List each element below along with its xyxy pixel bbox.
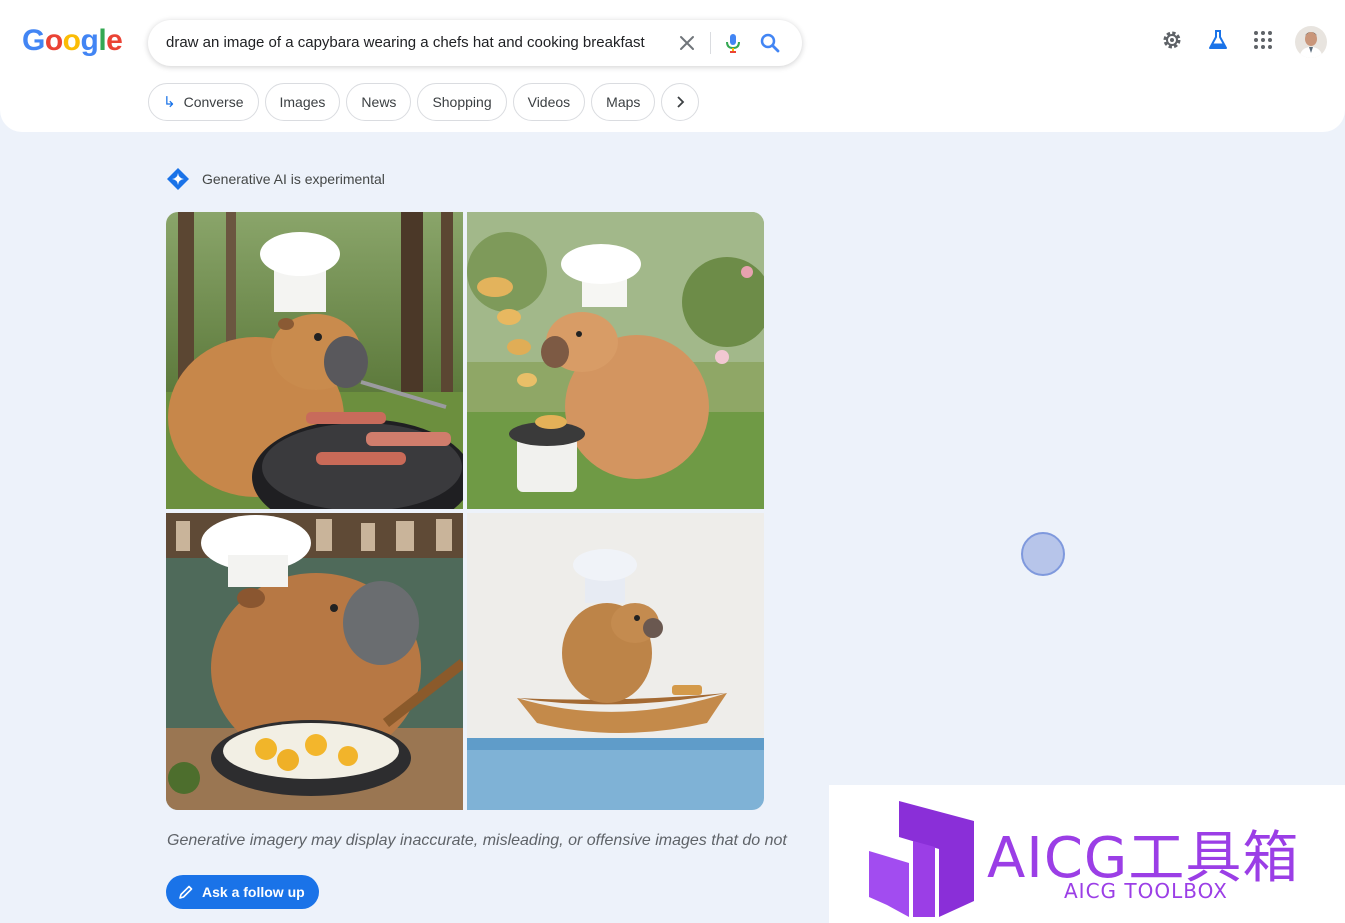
aicg-logo-icon bbox=[869, 801, 974, 917]
logo-letter: e bbox=[106, 24, 123, 57]
chevron-right-icon bbox=[677, 96, 685, 108]
logo-letter: o bbox=[62, 24, 81, 57]
tab-images[interactable]: Images bbox=[264, 83, 341, 121]
tab-label: Maps bbox=[606, 94, 641, 110]
watermark-subtitle: AICG TOOLBOX bbox=[1064, 879, 1228, 903]
ask-follow-up-label: Ask a follow up bbox=[202, 884, 305, 900]
tab-news[interactable]: News bbox=[346, 83, 412, 121]
logo-letter: G bbox=[22, 24, 45, 57]
tab-videos[interactable]: Videos bbox=[512, 83, 586, 121]
clear-icon[interactable] bbox=[676, 31, 698, 55]
search-header: Google draw an image of a capybara weari… bbox=[0, 0, 1345, 132]
tab-shopping[interactable]: Shopping bbox=[417, 83, 507, 121]
tab-label: News bbox=[361, 94, 397, 110]
logo-letter: g bbox=[80, 24, 99, 57]
tab-label: Images bbox=[279, 94, 326, 110]
converse-arrow-icon: ↳ bbox=[163, 94, 176, 111]
tab-converse[interactable]: ↳ Converse bbox=[148, 83, 259, 121]
generative-imagery-disclaimer: Generative imagery may display inaccurat… bbox=[167, 832, 787, 849]
logo-letter: l bbox=[98, 24, 107, 57]
search-divider bbox=[710, 32, 711, 54]
generated-image-grid bbox=[166, 212, 764, 810]
generated-image-2[interactable] bbox=[467, 212, 764, 509]
microphone-icon[interactable] bbox=[722, 31, 744, 55]
tab-label: Videos bbox=[527, 94, 571, 110]
search-box[interactable]: draw an image of a capybara wearing a ch… bbox=[148, 20, 802, 66]
settings-gear-icon[interactable] bbox=[1160, 28, 1184, 57]
ai-experimental-label: Generative AI is experimental bbox=[166, 167, 385, 191]
ask-follow-up-button[interactable]: Ask a follow up bbox=[166, 875, 319, 909]
generated-image-4[interactable] bbox=[467, 513, 764, 810]
search-tabs: ↳ Converse Images News Shopping Videos M… bbox=[148, 83, 700, 121]
pencil-icon bbox=[179, 885, 193, 899]
tab-label: Converse bbox=[183, 94, 244, 110]
generated-image-1[interactable] bbox=[166, 212, 463, 509]
logo-letter: o bbox=[44, 24, 63, 57]
search-input[interactable]: draw an image of a capybara wearing a ch… bbox=[166, 34, 666, 51]
ai-label-text: Generative AI is experimental bbox=[202, 171, 385, 187]
tab-label: Shopping bbox=[432, 94, 492, 110]
tabs-next-button[interactable] bbox=[661, 83, 700, 121]
tab-maps[interactable]: Maps bbox=[591, 83, 656, 121]
generated-image-3[interactable] bbox=[166, 513, 463, 810]
labs-flask-icon[interactable] bbox=[1206, 28, 1230, 57]
sge-sparkle-icon bbox=[167, 168, 189, 190]
apps-grid-icon[interactable] bbox=[1252, 28, 1274, 57]
google-logo[interactable]: Google bbox=[22, 24, 123, 58]
search-icon[interactable] bbox=[758, 31, 782, 55]
aicg-toolbox-watermark: AICG工具箱 AICG TOOLBOX bbox=[829, 785, 1345, 923]
account-avatar[interactable] bbox=[1295, 26, 1327, 63]
pointer-cursor bbox=[1021, 532, 1065, 576]
